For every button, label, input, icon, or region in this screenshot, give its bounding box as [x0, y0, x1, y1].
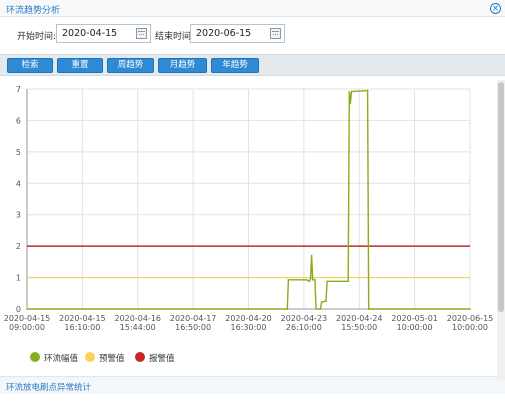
x-tick-label: 2020-04-16 [115, 314, 162, 323]
y-tick-label: 0 [16, 305, 21, 314]
calendar-icon[interactable] [136, 28, 147, 39]
trend-chart-svg: 012345672020-04-1509:00:002020-04-1516:1… [4, 85, 494, 332]
legend-dot-alarm [135, 352, 145, 362]
monthly-trend-button[interactable]: 月趋势 [158, 58, 207, 73]
data-point [347, 280, 350, 283]
scrollbar-thumb[interactable] [498, 82, 504, 312]
reset-button[interactable]: 重置 [57, 58, 103, 73]
y-tick-label: 1 [16, 274, 21, 283]
data-point [441, 308, 444, 310]
x-tick-label: 2020-04-17 [170, 314, 217, 323]
legend-label-warning: 预警值 [99, 354, 125, 364]
x-tick-label: 16:30:00 [231, 323, 267, 332]
data-point [310, 254, 313, 257]
data-point [315, 308, 317, 310]
data-point [350, 90, 353, 93]
x-tick-label: 26:10:00 [286, 323, 322, 332]
yearly-trend-button[interactable]: 年趋势 [211, 58, 259, 73]
trend-chart: 0 1 2 3 4 5 6 7 2020-04-15 09:00:00 2020-04-15 16:1… [0, 80, 505, 370]
x-tick-label: 16:50:00 [175, 323, 211, 332]
data-point [309, 278, 312, 280]
x-tick-label: 10:00:00 [452, 323, 488, 332]
scrollbar[interactable] [497, 80, 505, 380]
legend-dot-current [30, 352, 40, 362]
x-tick-label: 2020-05-01 [391, 314, 438, 323]
x-tick-label: 15:50:00 [341, 323, 377, 332]
data-point [305, 279, 308, 281]
legend-label-alarm: 报警值 [149, 354, 175, 364]
calendar-icon[interactable] [270, 28, 281, 39]
end-date-input[interactable]: 2020-06-15 [190, 24, 285, 43]
window-titlebar: 环流趋势分析 ✕ [0, 0, 505, 17]
end-time-label: 结束时间 [155, 32, 192, 42]
start-date-input[interactable]: 2020-04-15 [56, 24, 151, 43]
data-point [366, 89, 369, 92]
data-point [287, 279, 290, 281]
data-point [469, 308, 471, 310]
x-tick-label: 2020-04-15 [59, 314, 106, 323]
section-header: 环流放电刷点异常统计 [0, 376, 505, 394]
data-point [286, 308, 289, 310]
x-tick-label: 16:10:00 [64, 323, 100, 332]
x-tick-label: 2020-04-20 [225, 314, 272, 323]
window-title: 环流趋势分析 [6, 6, 61, 16]
data-point [367, 308, 370, 310]
x-tick-label: 15:44:00 [120, 323, 156, 332]
x-tick-label: 2020-04-15 [4, 314, 51, 323]
x-tick-label: 09:00:00 [9, 323, 45, 332]
y-tick-label: 5 [16, 148, 21, 157]
y-tick-label: 3 [16, 211, 21, 220]
search-button[interactable]: 检索 [7, 58, 53, 73]
y-tick-label: 4 [16, 179, 21, 188]
toolbar: 检索 重置 周趋势 月趋势 年趋势 [0, 54, 505, 76]
x-tick-label: 2020-06-15 [447, 314, 494, 323]
data-point [308, 280, 311, 283]
data-point [320, 301, 323, 303]
data-point [326, 280, 328, 283]
x-tick-label: 2020-04-24 [336, 314, 383, 323]
y-tick-label: 7 [16, 85, 21, 94]
start-time-label: 开始时间: [17, 32, 57, 42]
data-point [314, 279, 316, 281]
y-tick-label: 2 [16, 242, 21, 251]
weekly-trend-button[interactable]: 周趋势 [107, 58, 154, 73]
data-point [349, 102, 352, 104]
x-tick-label: 2020-04-23 [281, 314, 328, 323]
legend-label-current: 环流幅值 [44, 354, 79, 364]
close-icon[interactable]: ✕ [490, 3, 501, 14]
data-point [348, 91, 351, 93]
y-tick-label: 6 [16, 116, 21, 125]
x-tick-label: 10:00:00 [397, 323, 433, 332]
data-point [311, 279, 314, 281]
end-date-value: 2020-06-15 [196, 28, 252, 39]
data-point [319, 308, 322, 310]
legend-dot-warning [85, 352, 95, 362]
section-title: 环流放电刷点异常统计 [6, 383, 92, 393]
data-point [26, 308, 28, 310]
data-point [325, 300, 327, 302]
start-date-value: 2020-04-15 [62, 28, 118, 39]
filter-bar: 开始时间: 2020-04-15 结束时间 2020-06-15 [0, 20, 505, 48]
